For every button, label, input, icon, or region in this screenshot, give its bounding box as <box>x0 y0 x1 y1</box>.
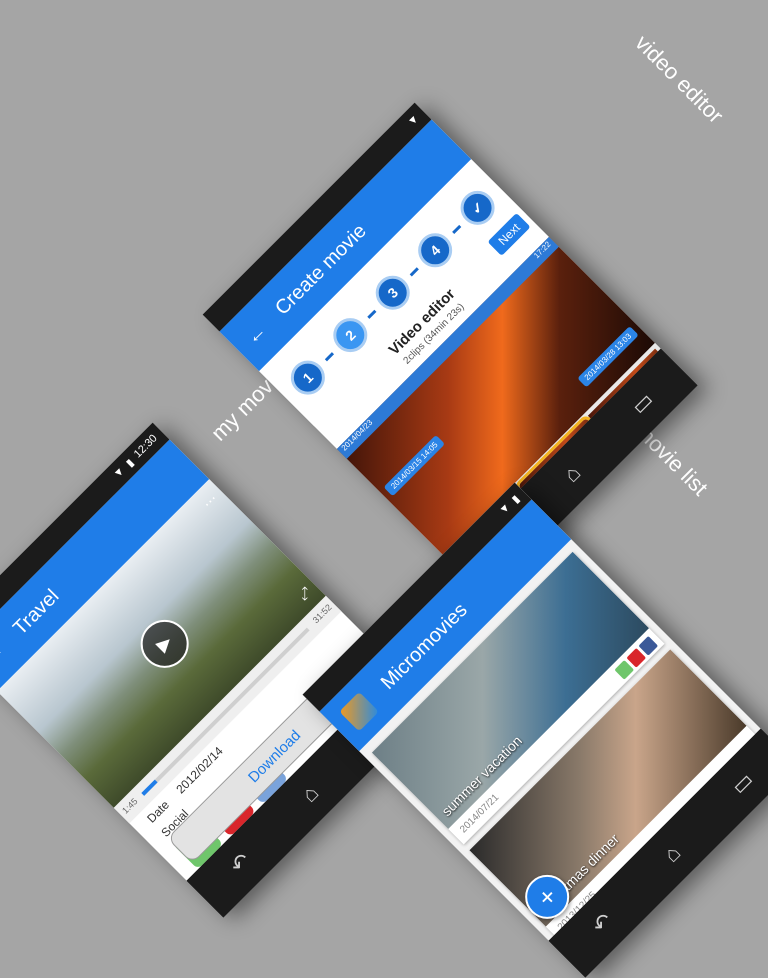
home-icon[interactable]: ⌂ <box>558 460 586 488</box>
step-2[interactable]: 2 <box>326 311 375 360</box>
recents-icon[interactable]: ▭ <box>626 387 659 420</box>
more-icon[interactable]: ⋯ <box>199 490 221 512</box>
battery-icon: ▮ <box>509 492 523 506</box>
back-arrow-icon[interactable]: ← <box>0 639 9 669</box>
movie-list-screen: ▼ ▮ Micromovies summer vacation 2014/07/… <box>302 482 761 941</box>
app-logo-icon <box>339 691 379 732</box>
battery-icon: ▮ <box>123 456 137 470</box>
step-connector <box>451 224 461 234</box>
step-connector <box>409 266 419 277</box>
home-icon[interactable]: ⌂ <box>658 840 686 868</box>
recents-icon[interactable]: ▭ <box>726 767 759 800</box>
progress-fill <box>141 779 158 796</box>
caption-video-editor: video editor <box>630 30 729 129</box>
editor-screen: ▼ ← Create movie 1 2 3 4 ✓ Video editor … <box>202 102 661 561</box>
phone-movie-list: ▼ ▮ Micromovies summer vacation 2014/07/… <box>302 482 768 978</box>
time-elapsed: 1:45 <box>120 796 140 816</box>
fullscreen-icon[interactable]: ⤢ <box>295 584 315 604</box>
step-connector <box>366 309 377 319</box>
step-connector <box>324 351 334 361</box>
signal-icon: ▼ <box>111 464 128 481</box>
time-total: 31:52 <box>310 602 334 626</box>
back-arrow-icon[interactable]: ← <box>241 319 271 349</box>
play-icon[interactable]: ▶ <box>130 609 199 678</box>
step-4[interactable]: 4 <box>411 226 460 275</box>
signal-icon: ▼ <box>405 112 422 129</box>
back-icon[interactable]: ↶ <box>225 848 256 879</box>
my-movie-screen: ▼ ▮ 12:30 ← Travel ▶ ⋯ ⤢ 1:45 31:52 Date… <box>0 422 399 881</box>
back-icon[interactable]: ↶ <box>587 908 618 939</box>
signal-icon: ▼ <box>497 500 514 518</box>
home-icon[interactable]: ⌂ <box>296 780 324 808</box>
step-1[interactable]: 1 <box>283 353 332 402</box>
step-3[interactable]: 3 <box>368 268 417 317</box>
phone-video-editor: ▼ ← Create movie 1 2 3 4 ✓ Video editor … <box>202 102 698 598</box>
step-done[interactable]: ✓ <box>453 183 502 232</box>
